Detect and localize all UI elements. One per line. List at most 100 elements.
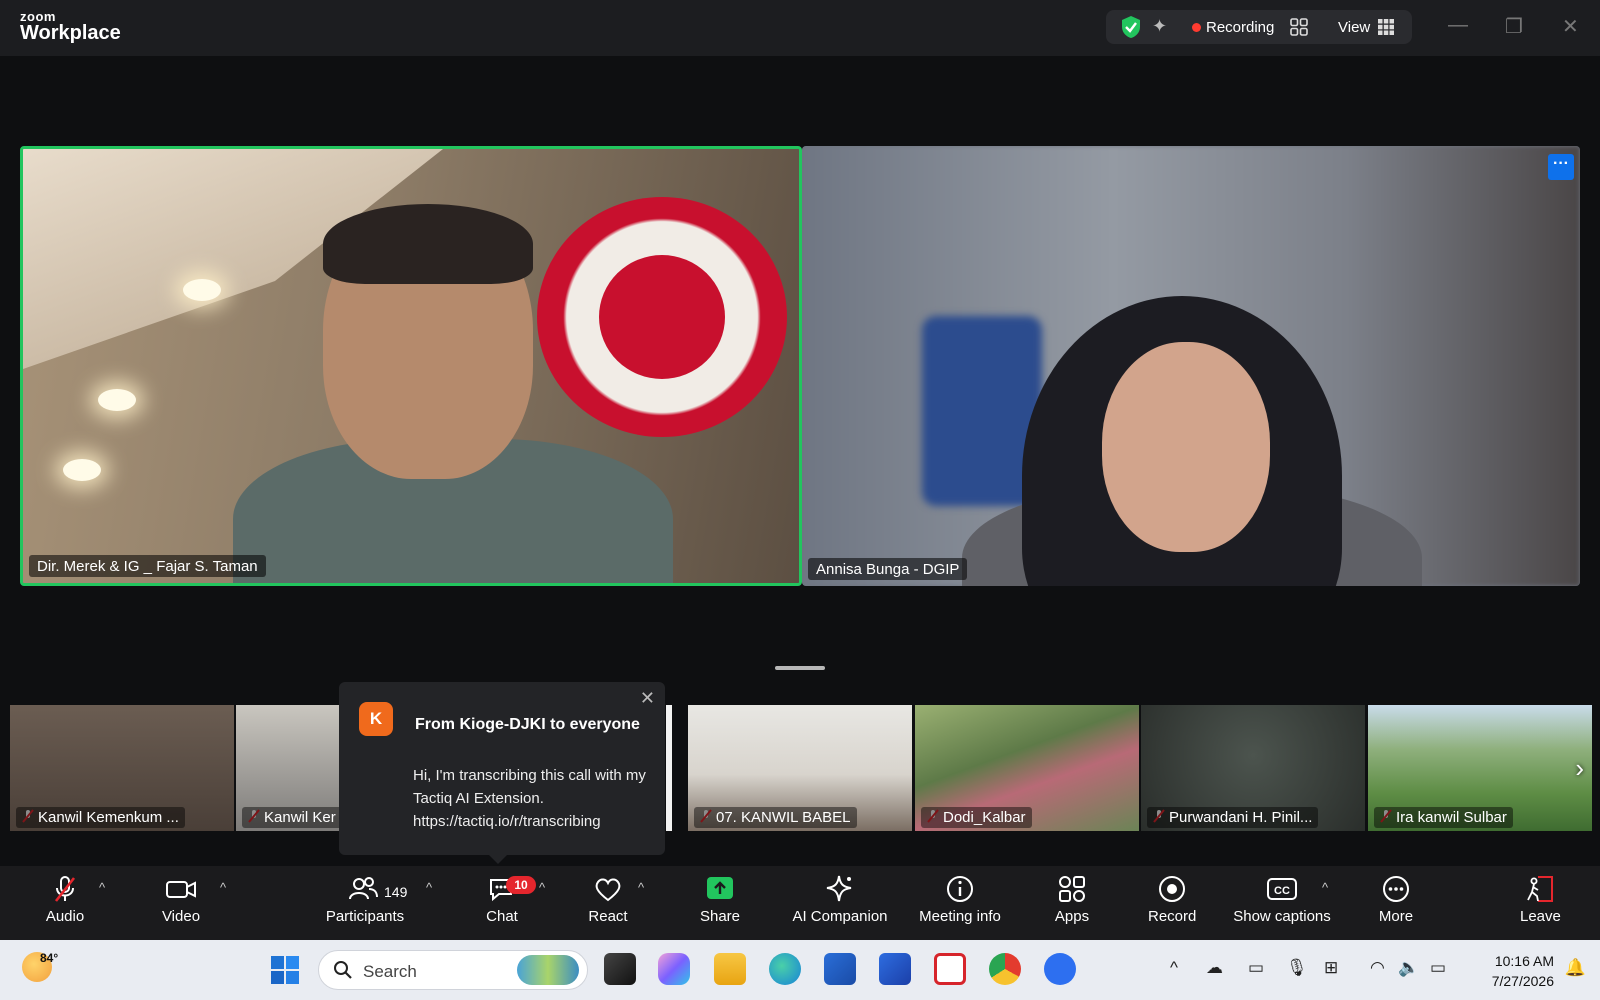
video-label: Video <box>161 908 201 925</box>
recording-label[interactable]: Recording <box>1206 19 1274 36</box>
audio-options-caret-icon[interactable]: ^ <box>99 880 105 895</box>
chrome-browser-icon[interactable] <box>989 953 1021 985</box>
mcafee-icon[interactable] <box>934 953 966 985</box>
taskbar-search-input[interactable]: Search <box>318 950 588 990</box>
battery-icon[interactable]: ▭ <box>1430 958 1446 978</box>
thumbnail-tile[interactable]: 07. KANWIL BABEL <box>688 705 912 831</box>
gallery-grid-icon[interactable] <box>1290 18 1308 36</box>
ai-companion-sparkle-icon <box>826 875 852 902</box>
file-explorer-icon[interactable] <box>714 953 746 985</box>
captions-options-caret-icon[interactable]: ^ <box>1322 880 1328 895</box>
clock-time: 10:16 AM <box>1494 953 1554 969</box>
speaker-name-tag: Dir. Merek & IG _ Fajar S. Taman <box>29 555 266 577</box>
ai-companion-button[interactable]: AI Companion <box>790 874 890 925</box>
meeting-info-label: Meeting info <box>919 908 1001 925</box>
apps-button[interactable]: Apps <box>1052 874 1092 925</box>
video-tile-participant[interactable]: ··· Annisa Bunga - DGIP <box>802 146 1580 586</box>
tile-more-options-button[interactable]: ··· <box>1548 154 1574 180</box>
clock-date: 7/27/2026 <box>1491 973 1554 989</box>
participant-name-tag: Annisa Bunga - DGIP <box>808 558 968 580</box>
chat-notification-title: From Kioge-DJKI to everyone <box>415 716 640 733</box>
participants-count: 149 <box>384 884 408 900</box>
show-hidden-icons-caret[interactable]: ^ <box>1170 958 1178 978</box>
volume-icon[interactable]: 🔈 <box>1398 958 1419 978</box>
search-placeholder: Search <box>363 962 417 981</box>
audio-button[interactable]: Audio <box>40 874 90 925</box>
edge-browser-icon[interactable] <box>769 953 801 985</box>
apps-label: Apps <box>1054 908 1090 925</box>
sender-avatar: K <box>359 702 393 736</box>
weather-temperature: 84° <box>40 951 59 965</box>
meeting-toolbar: Audio ^ Video ^ Participants 149 ^ Chat … <box>0 866 1600 940</box>
heart-icon <box>595 878 621 902</box>
unread-chat-badge: 10 <box>506 876 536 894</box>
view-button[interactable]: View <box>1338 19 1370 36</box>
show-captions-label: Show captions <box>1233 908 1331 925</box>
app-logo: zoom Workplace <box>20 10 121 43</box>
thumbnail-name: Dodi_Kalbar <box>921 807 1032 828</box>
wifi-icon[interactable]: ◠ <box>1370 958 1385 978</box>
video-button[interactable]: Video <box>156 874 206 925</box>
audio-label: Audio <box>45 908 85 925</box>
speaker-name: Dir. Merek & IG _ Fajar S. Taman <box>37 558 258 575</box>
microphone-muted-icon <box>54 876 76 902</box>
share-button[interactable]: Share <box>698 874 742 925</box>
more-button[interactable]: More <box>1376 874 1416 925</box>
thumbnail-tile[interactable]: Purwandani H. Pinil... <box>1141 705 1365 831</box>
meeting-info-button[interactable]: Meeting info <box>914 874 1006 925</box>
thumbnail-name: 07. KANWIL BABEL <box>694 807 857 828</box>
thumbnail-tile[interactable]: Kanwil Ker <box>236 705 340 831</box>
thumbnail-tile[interactable]: Dodi_Kalbar <box>915 705 1139 831</box>
thumbnail-name: Purwandani H. Pinil... <box>1147 807 1319 828</box>
video-tile-active-speaker[interactable]: Dir. Merek & IG _ Fajar S. Taman <box>20 146 802 586</box>
chat-options-caret-icon[interactable]: ^ <box>539 880 545 895</box>
title-bar: zoom Workplace ✦ Recording View — ❐ ✕ <box>0 0 1600 56</box>
thumbnail-tile[interactable]: Ira kanwil Sulbar › <box>1368 705 1592 831</box>
svg-text:CC: CC <box>1274 885 1290 897</box>
app-blue-icon[interactable] <box>879 953 911 985</box>
record-icon <box>1159 876 1185 902</box>
react-label: React <box>588 908 628 925</box>
participant-name: Annisa Bunga - DGIP <box>816 561 960 578</box>
leave-label: Leave <box>1520 908 1561 925</box>
notification-bell-icon[interactable]: 🔔 <box>1565 958 1586 978</box>
show-captions-button[interactable]: CC Show captions <box>1232 874 1332 925</box>
record-button[interactable]: Record <box>1148 874 1196 925</box>
windows-start-icon[interactable] <box>270 955 300 985</box>
leave-door-icon <box>1527 876 1553 902</box>
chat-notification-popup[interactable]: K From Kioge-DJKI to everyone ✕ Hi, I'm … <box>339 682 665 864</box>
minimize-button[interactable]: — <box>1448 14 1468 37</box>
microsoft-store-icon[interactable] <box>824 953 856 985</box>
thumbnail-name: Kanwil Kemenkum ... <box>16 807 185 828</box>
next-page-chevron-icon[interactable]: › <box>1575 753 1584 784</box>
resize-drag-handle[interactable] <box>775 666 825 670</box>
apps-icon <box>1059 876 1085 902</box>
encryption-shield-icon[interactable] <box>1120 15 1142 39</box>
participants-options-caret-icon[interactable]: ^ <box>426 880 432 895</box>
geographical-indication-seal <box>537 197 787 437</box>
thumbnail-tile[interactable] <box>666 705 672 831</box>
restore-button[interactable]: ❐ <box>1505 14 1523 39</box>
close-icon[interactable]: ✕ <box>640 688 655 709</box>
zoom-app-icon[interactable] <box>1044 953 1076 985</box>
view-grid-icon[interactable] <box>1378 19 1394 35</box>
ai-sparkle-icon[interactable]: ✦ <box>1152 16 1167 37</box>
screen-capture-icon[interactable]: ⊞ <box>1324 958 1338 978</box>
more-ellipsis-icon <box>1383 876 1409 902</box>
info-icon <box>947 876 973 902</box>
onedrive-error-icon[interactable]: ☁ <box>1206 958 1223 978</box>
close-button[interactable]: ✕ <box>1562 14 1579 39</box>
microphone-location-icon[interactable]: 🎙 <box>1286 958 1308 978</box>
taskbar-clock[interactable]: 10:16 AM 7/27/2026 <box>1492 951 1554 991</box>
task-view-icon[interactable] <box>604 953 636 985</box>
video-options-caret-icon[interactable]: ^ <box>220 880 226 895</box>
react-button[interactable]: React <box>586 874 630 925</box>
react-options-caret-icon[interactable]: ^ <box>638 880 644 895</box>
chat-notification-message: Hi, I'm transcribing this call with my T… <box>413 767 646 830</box>
leave-button[interactable]: Leave <box>1520 874 1561 925</box>
cast-icon[interactable]: ▭ <box>1248 958 1264 978</box>
participants-label: Participants <box>325 908 405 925</box>
windows-taskbar: 84° Search ^ ☁ ▭ 🎙 ⊞ ◠ 🔈 ▭ 10:16 AM 7/27… <box>0 940 1600 1000</box>
thumbnail-tile[interactable]: Kanwil Kemenkum ... <box>10 705 234 831</box>
copilot-icon[interactable] <box>658 953 690 985</box>
